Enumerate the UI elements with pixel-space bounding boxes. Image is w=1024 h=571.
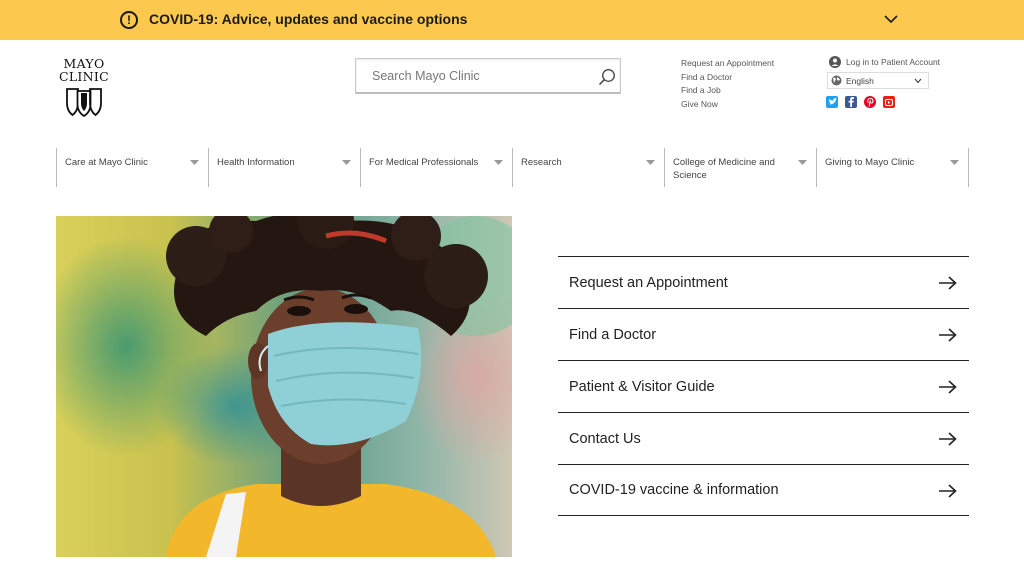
user-icon — [829, 56, 841, 68]
util-link-request-appointment[interactable]: Request an Appointment — [681, 57, 774, 71]
quick-link-label: Patient & Visitor Guide — [569, 378, 715, 395]
caret-down-icon — [950, 160, 959, 165]
chevron-down-icon — [914, 78, 922, 84]
quick-link-covid-vaccine[interactable]: COVID-19 vaccine & information — [558, 464, 969, 516]
nav-label: Care at Mayo Clinic — [65, 157, 148, 168]
globe-icon — [831, 75, 842, 86]
util-link-give-now[interactable]: Give Now — [681, 98, 774, 112]
logo-line-2: CLINIC — [58, 69, 110, 84]
covid-alert-banner[interactable]: ! COVID-19: Advice, updates and vaccine … — [0, 0, 1024, 40]
quick-link-contact-us[interactable]: Contact Us — [558, 412, 969, 464]
nav-label: College of Medicine and Science — [673, 157, 775, 181]
arrow-right-icon — [939, 484, 957, 498]
mayo-clinic-logo[interactable]: MAYO CLINIC — [56, 57, 112, 119]
arrow-right-icon — [939, 380, 957, 394]
language-value: English — [846, 75, 874, 86]
nav-item-giving[interactable]: Giving to Mayo Clinic — [816, 148, 969, 187]
quick-link-label: Find a Doctor — [569, 326, 657, 343]
nav-label: For Medical Professionals — [369, 157, 479, 168]
arrow-right-icon — [939, 328, 957, 342]
caret-down-icon — [190, 160, 199, 165]
nav-item-medical-professionals[interactable]: For Medical Professionals — [360, 148, 512, 187]
quick-link-label: Request an Appointment — [569, 274, 728, 291]
nav-item-health-information[interactable]: Health Information — [208, 148, 360, 187]
caret-down-icon — [646, 160, 655, 165]
search-box — [355, 58, 621, 94]
quick-link-label: COVID-19 vaccine & information — [569, 482, 779, 498]
arrow-right-icon — [939, 432, 957, 446]
quick-link-label: Contact Us — [569, 430, 641, 447]
patient-account-login[interactable]: Log in to Patient Account — [829, 56, 940, 68]
caret-down-icon — [798, 160, 807, 165]
youtube-icon[interactable] — [883, 96, 895, 108]
quick-link-request-appointment[interactable]: Request an Appointment — [558, 256, 969, 308]
nav-item-care[interactable]: Care at Mayo Clinic — [56, 148, 208, 187]
exclamation-circle-icon: ! — [120, 11, 138, 29]
nav-item-research[interactable]: Research — [512, 148, 664, 187]
nav-label: Research — [521, 157, 562, 168]
search-icon[interactable] — [598, 68, 616, 86]
util-link-find-job[interactable]: Find a Job — [681, 84, 774, 98]
facebook-icon[interactable] — [845, 96, 857, 108]
hero-image — [56, 216, 512, 557]
arrow-right-icon — [939, 276, 957, 290]
nav-label: Health Information — [217, 157, 295, 168]
caret-down-icon — [342, 160, 351, 165]
pinterest-icon[interactable] — [864, 96, 876, 108]
masked-woman-illustration — [56, 216, 512, 557]
alert-text[interactable]: COVID-19: Advice, updates and vaccine op… — [149, 11, 467, 27]
nav-item-college-of-medicine[interactable]: College of Medicine and Science — [664, 148, 816, 187]
chevron-down-icon[interactable] — [883, 11, 899, 27]
caret-down-icon — [494, 160, 503, 165]
nav-label: Giving to Mayo Clinic — [825, 157, 915, 168]
twitter-icon[interactable] — [826, 96, 838, 108]
quick-links: Request an Appointment Find a Doctor Pat… — [558, 256, 969, 516]
util-link-find-doctor[interactable]: Find a Doctor — [681, 71, 774, 85]
quick-link-patient-visitor-guide[interactable]: Patient & Visitor Guide — [558, 360, 969, 412]
main-nav: Care at Mayo Clinic Health Information F… — [56, 148, 969, 187]
quick-link-find-doctor[interactable]: Find a Doctor — [558, 308, 969, 360]
search-input[interactable] — [356, 59, 586, 93]
language-select[interactable]: English — [827, 72, 929, 89]
login-label: Log in to Patient Account — [846, 57, 941, 67]
shield-logo-icon — [66, 88, 102, 117]
social-links — [826, 96, 895, 108]
utility-links: Request an Appointment Find a Doctor Fin… — [681, 57, 774, 111]
